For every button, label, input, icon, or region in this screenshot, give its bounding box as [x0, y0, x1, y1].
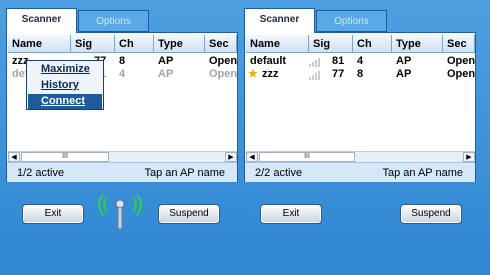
- scroll-right-icon[interactable]: ▶: [225, 152, 237, 162]
- column-sig[interactable]: Sig: [71, 35, 115, 53]
- ap-channel: 8: [119, 55, 126, 67]
- exit-button[interactable]: Exit: [22, 204, 84, 224]
- signal-strength-icon: [309, 56, 323, 67]
- suspend-button[interactable]: Suspend: [158, 204, 220, 224]
- ap-channel: 8: [357, 68, 364, 80]
- ap-signal: 81: [332, 55, 345, 67]
- tab-bar: Scanner Options: [244, 8, 476, 33]
- suspend-button[interactable]: Suspend: [400, 204, 462, 224]
- screen: Scanner Options Name Sig Ch Type Sec zzz…: [0, 0, 490, 275]
- scroll-left-icon[interactable]: ◀: [8, 152, 20, 162]
- scroll-left-icon[interactable]: ◀: [246, 152, 258, 162]
- column-headers: Name Sig Ch Type Sec: [246, 35, 475, 53]
- scroll-thumb[interactable]: III: [21, 152, 109, 162]
- ap-security: Open: [209, 68, 237, 80]
- ap-type: AP: [158, 68, 174, 80]
- ap-list-panel: Name Sig Ch Type Sec default 81 4 AP Ope…: [244, 32, 476, 182]
- exit-button[interactable]: Exit: [260, 204, 322, 224]
- status-hint: Tap an AP name: [382, 167, 463, 179]
- ap-security: Open: [447, 55, 475, 67]
- column-sig[interactable]: Sig: [309, 35, 353, 53]
- tab-scanner[interactable]: Scanner: [6, 8, 77, 33]
- wifi-antenna-icon: [98, 194, 142, 230]
- horizontal-scrollbar[interactable]: ◀ III ▶: [8, 151, 237, 162]
- tab-scanner[interactable]: Scanner: [244, 8, 315, 33]
- column-type[interactable]: Type: [392, 35, 443, 53]
- column-ch[interactable]: Ch: [115, 35, 154, 53]
- ap-channel: 4: [357, 55, 364, 67]
- menu-item-connect[interactable]: Connect: [28, 94, 102, 109]
- ap-name: zzz: [262, 68, 279, 80]
- ap-type: AP: [396, 55, 412, 67]
- column-sec[interactable]: Sec: [205, 35, 237, 53]
- scroll-thumb[interactable]: III: [259, 152, 355, 162]
- column-ch[interactable]: Ch: [353, 35, 392, 53]
- column-name[interactable]: Name: [8, 35, 71, 53]
- tab-options[interactable]: Options: [316, 10, 387, 32]
- ap-security: Open: [447, 68, 475, 80]
- signal-strength-icon: [309, 69, 323, 80]
- status-hint: Tap an AP name: [144, 167, 225, 179]
- column-type[interactable]: Type: [154, 35, 205, 53]
- ap-signal: 77: [332, 68, 345, 80]
- status-bar: 1/2 active Tap an AP name: [7, 162, 237, 182]
- tab-bar: Scanner Options: [6, 8, 238, 33]
- menu-item-history[interactable]: History: [28, 78, 102, 93]
- ap-type: AP: [396, 68, 412, 80]
- table-row[interactable]: ★ zzz 77 8 AP Open: [246, 68, 475, 81]
- ap-security: Open: [209, 55, 237, 67]
- right-pane: Scanner Options Name Sig Ch Type Sec def…: [244, 8, 476, 182]
- status-bar: 2/2 active Tap an AP name: [245, 162, 475, 182]
- column-sec[interactable]: Sec: [443, 35, 475, 53]
- active-count: 2/2 active: [255, 167, 303, 179]
- menu-item-maximize[interactable]: Maximize: [28, 62, 102, 77]
- column-headers: Name Sig Ch Type Sec: [8, 35, 237, 53]
- tab-options[interactable]: Options: [78, 10, 149, 32]
- horizontal-scrollbar[interactable]: ◀ III ▶: [246, 151, 475, 162]
- ap-channel: 4: [119, 68, 126, 80]
- column-name[interactable]: Name: [246, 35, 309, 53]
- ap-name: default: [250, 55, 287, 67]
- star-icon: ★: [248, 68, 258, 80]
- table-row[interactable]: default 81 4 AP Open: [246, 55, 475, 68]
- context-menu: Maximize History Connect: [26, 60, 104, 110]
- active-count: 1/2 active: [17, 167, 65, 179]
- ap-type: AP: [158, 55, 174, 67]
- scroll-right-icon[interactable]: ▶: [463, 152, 475, 162]
